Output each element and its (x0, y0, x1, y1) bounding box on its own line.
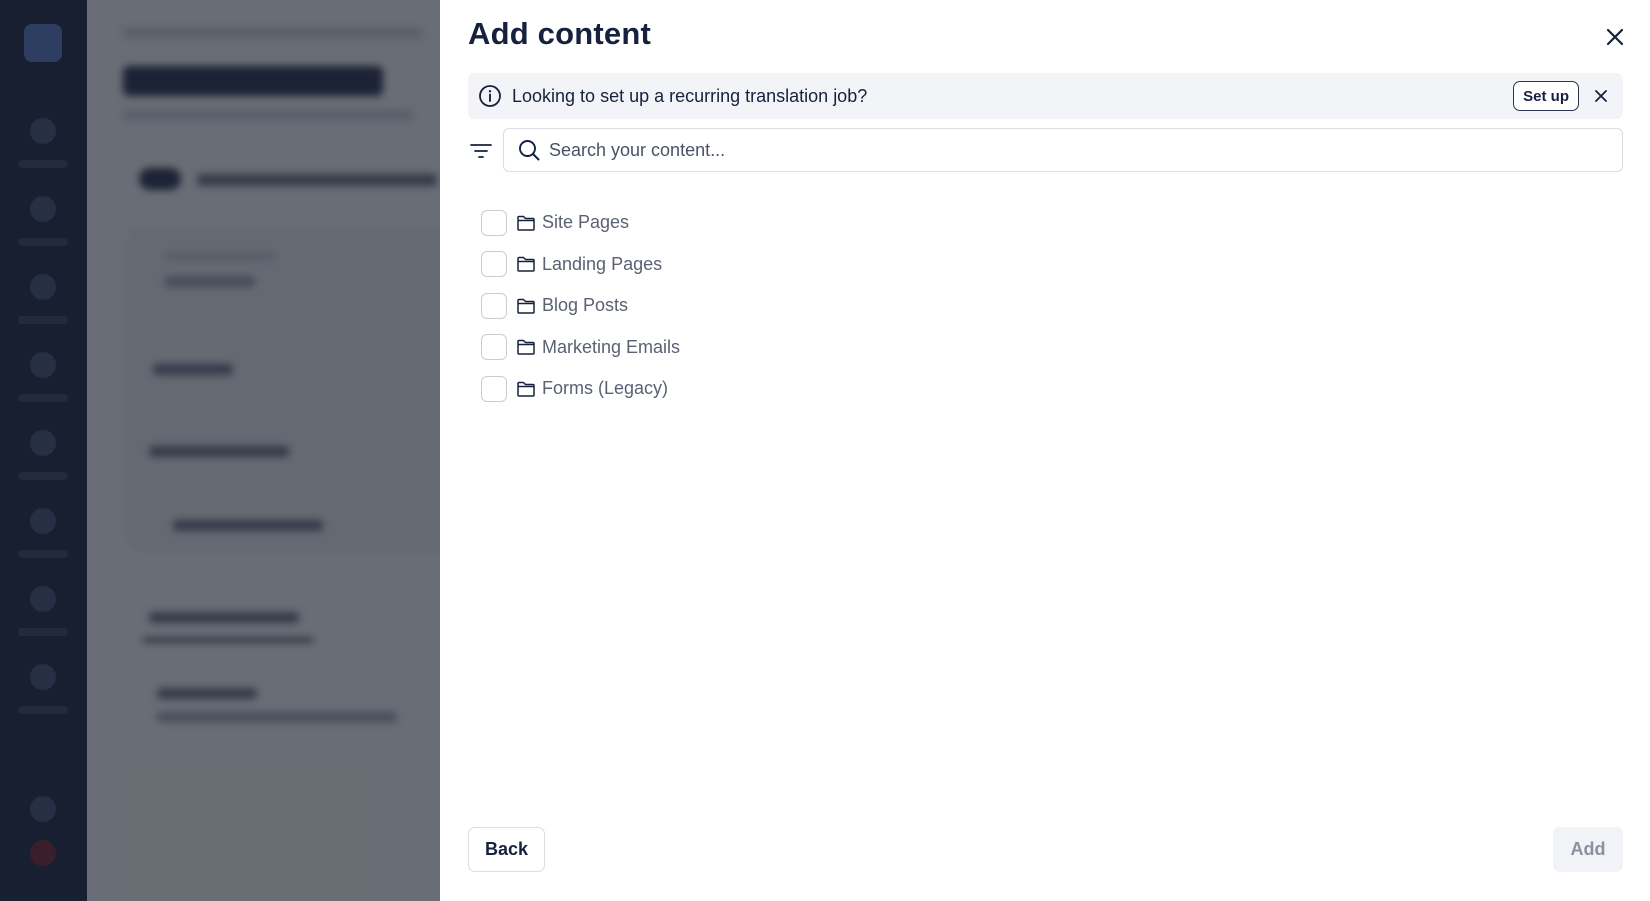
content-type-list: Site Pages Landing Pages Blog Posts Mark… (481, 202, 680, 410)
list-item-blog-posts[interactable]: Blog Posts (481, 285, 680, 327)
search-box (503, 128, 1623, 172)
folder-icon (516, 297, 536, 315)
list-item-site-pages[interactable]: Site Pages (481, 202, 680, 244)
list-item-marketing-emails[interactable]: Marketing Emails (481, 327, 680, 369)
back-button[interactable]: Back (468, 827, 545, 872)
close-icon (1606, 28, 1624, 46)
recurring-job-banner: Looking to set up a recurring translatio… (468, 73, 1623, 119)
set-up-button[interactable]: Set up (1513, 81, 1579, 111)
list-item-landing-pages[interactable]: Landing Pages (481, 244, 680, 286)
dismiss-banner-button[interactable] (1591, 86, 1611, 106)
search-input[interactable] (549, 131, 1622, 169)
list-item-label: Landing Pages (542, 253, 663, 274)
close-icon (1595, 90, 1607, 102)
checkbox[interactable] (481, 375, 507, 402)
list-item-label: Marketing Emails (542, 336, 681, 357)
banner-message: Looking to set up a recurring translatio… (512, 85, 868, 106)
close-panel-button[interactable] (1600, 22, 1630, 52)
checkbox[interactable] (481, 334, 507, 361)
list-item-forms-legacy[interactable]: Forms (Legacy) (481, 368, 680, 410)
folder-icon (516, 255, 536, 273)
search-icon (517, 138, 541, 162)
info-icon (478, 84, 502, 108)
folder-icon (516, 380, 536, 398)
folder-icon (516, 338, 536, 356)
checkbox[interactable] (481, 292, 507, 319)
list-item-label: Blog Posts (542, 295, 629, 316)
panel-title: Add content (468, 16, 652, 51)
checkbox[interactable] (481, 251, 507, 278)
list-item-label: Forms (Legacy) (542, 378, 669, 399)
list-item-label: Site Pages (542, 212, 630, 233)
add-button[interactable]: Add (1553, 827, 1623, 872)
folder-icon (516, 214, 536, 232)
filter-button[interactable] (468, 138, 494, 164)
add-content-panel: Add content Looking to set up a recurrin… (440, 0, 1650, 901)
filter-icon (470, 144, 492, 158)
checkbox[interactable] (481, 209, 507, 236)
